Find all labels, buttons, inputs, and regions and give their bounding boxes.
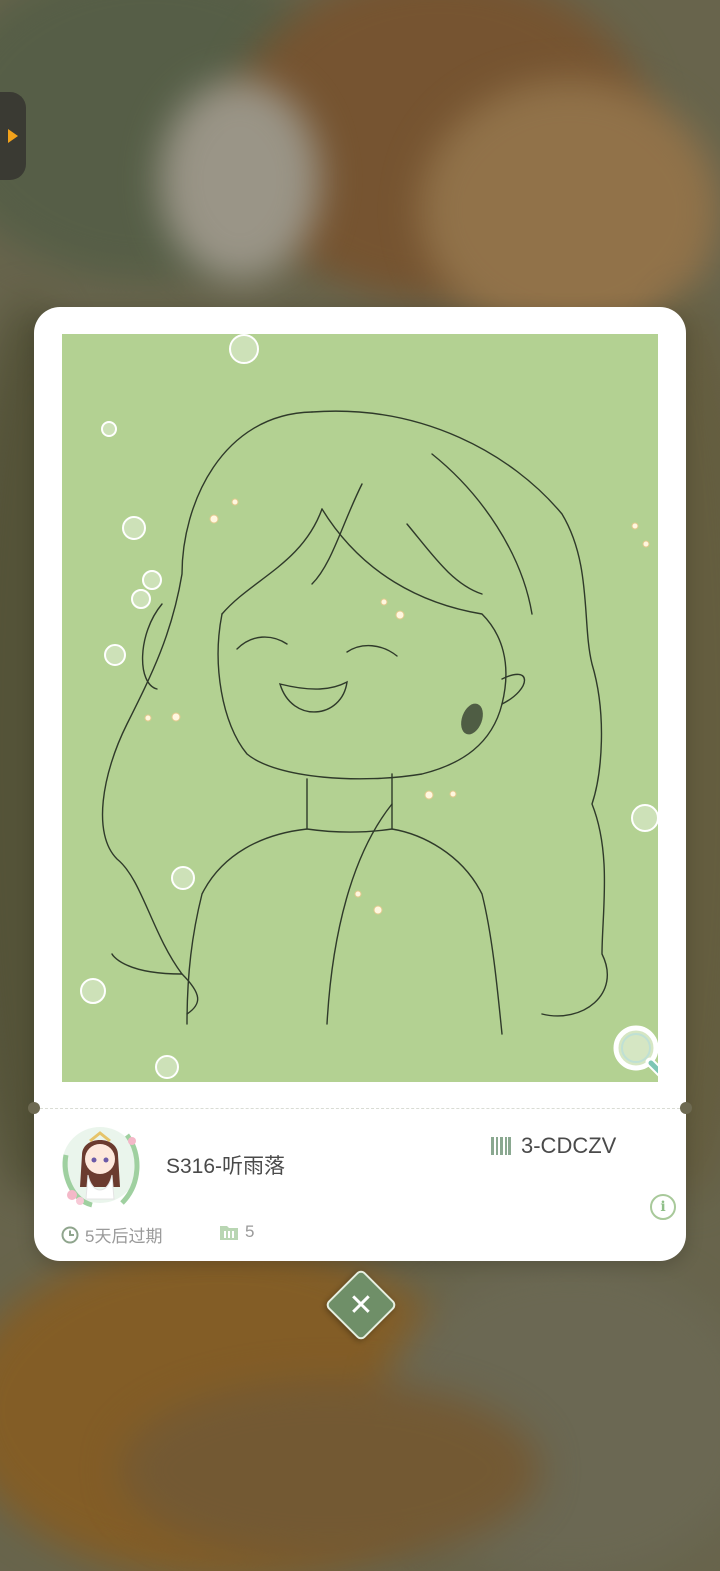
artwork-code[interactable]: 3-CDCZV (491, 1133, 616, 1159)
play-arrow-icon (8, 129, 18, 143)
line-art-portrait (80, 334, 658, 1079)
folder-icon (220, 1226, 238, 1240)
close-icon: ✕ (348, 1287, 374, 1323)
artwork-code-text: 3-CDCZV (521, 1133, 617, 1158)
count-text: 5 (245, 1222, 255, 1241)
clock-icon (61, 1226, 79, 1243)
ticket-notch-right (680, 1102, 692, 1114)
artwork-title: S316-听雨落 (166, 1155, 286, 1178)
avatar[interactable] (52, 1115, 148, 1211)
ticket-divider (40, 1108, 680, 1109)
expiry-text: 5天后过期 (85, 1227, 163, 1246)
artwork-preview[interactable] (62, 334, 658, 1082)
ticket-notch-left (28, 1102, 40, 1114)
artwork-card: S316-听雨落 3-CDCZV i 5天后过期 5 (28, 307, 692, 1261)
info-icon: i (660, 1199, 666, 1215)
side-panel-toggle[interactable] (0, 92, 26, 180)
collection-count: 5 (219, 1222, 254, 1242)
info-button[interactable]: i (650, 1194, 676, 1220)
barcode-icon (491, 1137, 511, 1155)
expiry-info: 5天后过期 (61, 1222, 162, 1247)
